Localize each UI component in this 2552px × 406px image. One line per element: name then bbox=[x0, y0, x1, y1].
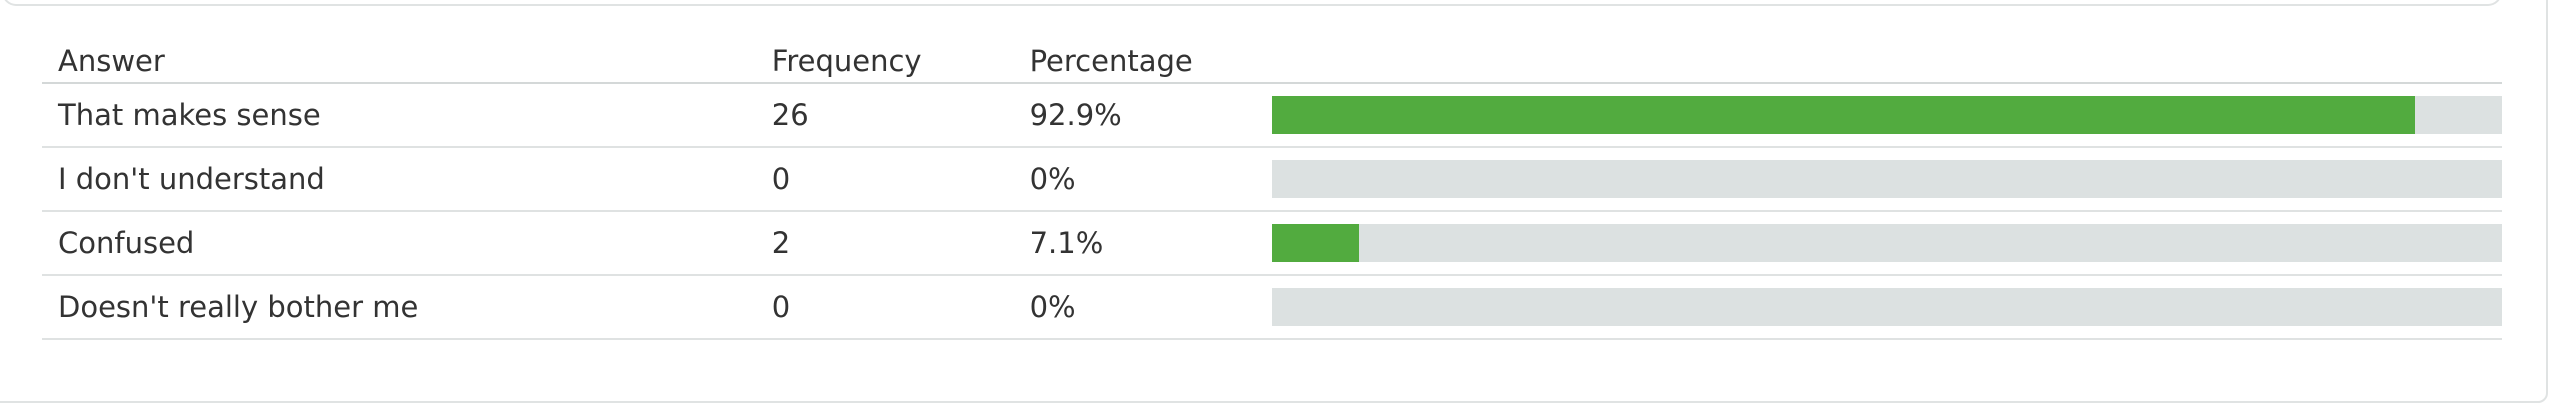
row-bar-cell bbox=[1272, 83, 2502, 148]
percentage-bar-track bbox=[1272, 288, 2502, 326]
percentage-bar-fill bbox=[1272, 224, 1360, 262]
row-frequency: 26 bbox=[755, 83, 1014, 148]
row-frequency: 0 bbox=[755, 147, 1014, 212]
row-frequency: 2 bbox=[755, 211, 1014, 276]
table-row: Confused 2 7.1% bbox=[42, 211, 2502, 276]
row-bar-cell bbox=[1272, 211, 2502, 276]
row-percentage: 0% bbox=[1013, 147, 1272, 212]
percentage-bar-track bbox=[1272, 160, 2502, 198]
previous-card-edge bbox=[2, 0, 2502, 6]
row-bar-cell bbox=[1272, 275, 2502, 340]
row-answer: I don't understand bbox=[42, 147, 756, 212]
row-answer: That makes sense bbox=[42, 83, 756, 148]
header-bar bbox=[1272, 40, 2502, 84]
row-percentage: 0% bbox=[1013, 275, 1272, 340]
row-answer: Doesn't really bother me bbox=[42, 275, 756, 340]
row-percentage: 7.1% bbox=[1013, 211, 1272, 276]
percentage-bar-track bbox=[1272, 96, 2502, 134]
header-percentage: Percentage bbox=[1013, 40, 1272, 84]
table-row: That makes sense 26 92.9% bbox=[42, 83, 2502, 148]
row-bar-cell bbox=[1272, 147, 2502, 212]
results-panel: Answer Frequency Percentage That makes s… bbox=[0, 0, 2552, 406]
row-answer: Confused bbox=[42, 211, 756, 276]
percentage-bar-track bbox=[1272, 224, 2502, 262]
table-header-row: Answer Frequency Percentage bbox=[42, 40, 2502, 84]
table-row: I don't understand 0 0% bbox=[42, 147, 2502, 212]
frequency-table: Answer Frequency Percentage That makes s… bbox=[42, 40, 2502, 340]
header-answer: Answer bbox=[42, 40, 756, 84]
percentage-bar-fill bbox=[1272, 96, 2415, 134]
table-row: Doesn't really bother me 0 0% bbox=[42, 275, 2502, 340]
header-frequency: Frequency bbox=[755, 40, 1014, 84]
row-frequency: 0 bbox=[755, 275, 1014, 340]
row-percentage: 92.9% bbox=[1013, 83, 1272, 148]
